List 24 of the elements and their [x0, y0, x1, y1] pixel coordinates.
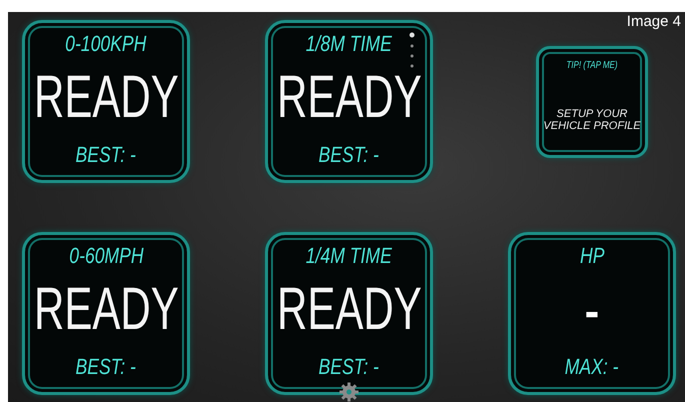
card-title: 1/4M TIME	[306, 245, 392, 267]
card-title: HP	[580, 245, 604, 267]
timer-card[interactable]: 0-100KPH READY BEST: -	[22, 20, 190, 183]
power-card[interactable]: HP - MAX: -	[508, 232, 676, 395]
tip-title: TIP! (TAP ME)	[566, 60, 618, 70]
best-time: BEST: -	[76, 356, 136, 378]
timer-card[interactable]: 1/4M TIME READY BEST: -	[265, 232, 433, 395]
card-title: 0-100KPH	[65, 33, 147, 55]
status-readout: READY	[276, 278, 422, 338]
best-time: BEST: -	[76, 144, 136, 166]
tip-card[interactable]: TIP! (TAP ME) SETUP YOUR VEHICLE PROFILE	[536, 46, 648, 158]
image-caption: Image 4	[626, 13, 681, 31]
status-readout: READY	[34, 66, 178, 126]
best-time: BEST: -	[318, 356, 380, 378]
best-time: BEST: -	[318, 144, 380, 166]
power-readout: -	[584, 290, 600, 334]
timer-card[interactable]: 0-60MPH READY BEST: -	[22, 232, 190, 395]
tip-text: SETUP YOUR VEHICLE PROFILE	[543, 108, 641, 132]
timer-card[interactable]: 1/8M TIME READY BEST: -	[265, 20, 433, 183]
card-title: 0-60MPH	[68, 245, 144, 267]
status-readout: READY	[276, 66, 422, 126]
card-title: 1/8M TIME	[306, 33, 392, 55]
max-power: MAX: -	[565, 356, 619, 378]
status-readout: READY	[34, 278, 178, 338]
